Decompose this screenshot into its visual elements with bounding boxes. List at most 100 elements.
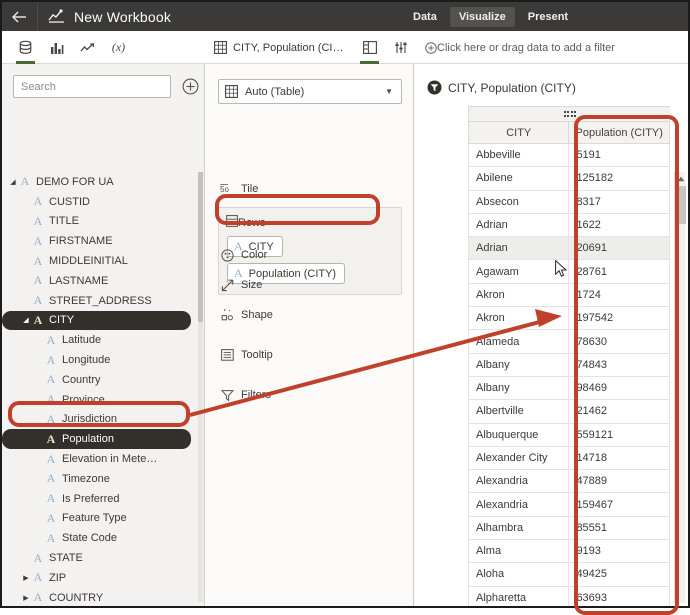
table-row[interactable]: Alhambra 85551 [468,515,670,541]
tree-item-middleinitial[interactable]: A MIDDLEINITIAL [2,251,197,271]
table-row[interactable]: Aloha 49425 [468,562,670,587]
cell-population: 49425 [568,562,670,587]
tree-item-longitude[interactable]: A Longitude [2,350,197,370]
tree-item-lastname[interactable]: A LASTNAME [2,271,197,291]
settings-sliders-icon[interactable] [385,31,416,64]
tree-item-elevation-in-mete[interactable]: A Elevation in Mete… [2,449,197,469]
shelf-tile-label: Tile [241,183,259,195]
viz-tab-label[interactable]: CITY, Population (CI… [233,42,343,54]
mouse-pointer-icon [555,259,568,281]
tree-item-label: ZIP [49,571,67,584]
table-row[interactable]: Alpharetta 63693 [468,585,670,606]
formula-icon[interactable]: (x) [103,31,134,64]
text-field-icon: A [33,194,43,209]
mark-type-dropdown[interactable]: Auto (Table) ▼ [218,79,402,104]
table-row[interactable]: Alexandria 47889 [468,469,670,494]
tree-item-jurisdiction[interactable]: A Jurisdiction [2,410,197,430]
tree-item-is-preferred[interactable]: A Is Preferred [2,489,197,509]
table-row[interactable]: Alameda 78630 [468,329,670,354]
table-row[interactable]: Absecon 8317 [468,189,670,214]
table-row[interactable]: Alma 9193 [468,539,670,564]
table-scrollbar[interactable] [674,172,686,603]
cell-population: 159467 [568,492,670,517]
search-input[interactable]: Search [13,75,171,98]
table-row[interactable]: Adrian 1622 [468,212,670,238]
table-row[interactable]: Albuquerque 559121 [468,422,670,447]
tab-present[interactable]: Present [519,7,577,27]
shelf-shape[interactable]: Shape [218,306,273,324]
tree-item-label: Timezone [62,472,110,485]
panel-icon-bar: (x) CITY, Population (CI… Click here or … [2,31,688,64]
shelf-size[interactable]: Size [218,276,262,294]
tree-item-label: Is Preferred [62,492,120,505]
shelf-tooltip[interactable]: Tooltip [218,346,273,364]
bar-chart-icon[interactable] [41,31,72,64]
add-circle-icon[interactable] [182,78,199,95]
tree-item-title[interactable]: A TITLE [2,212,197,232]
table-row[interactable]: Albany 98469 [468,375,670,401]
trend-line-icon[interactable] [72,31,103,64]
top-navigation: Data Visualize Present [402,2,579,31]
left-pane-scrollbar[interactable] [198,172,203,602]
cell-city: Adrian [468,236,570,261]
data-pane: Search ◢ A DEMO FOR UA A CUSTID A TITLE A FIRSTN… [2,64,205,606]
tree-item-timezone[interactable]: A Timezone [2,469,197,489]
tree-item-latitude[interactable]: A Latitude [2,330,197,350]
cell-city: Agawam [468,259,570,284]
tree-item-demo-for-ua[interactable]: ◢ A DEMO FOR UA [2,172,197,192]
tree-item-city[interactable]: ◢ A CITY [2,310,191,331]
tree-item-street-address[interactable]: A STREET_ADDRESS [2,291,197,311]
table-row[interactable]: Akron 1724 [468,282,670,308]
cell-city: Albany [468,375,570,401]
tree-item-label: Jurisdiction [62,413,118,426]
table-row[interactable]: Abilene 125182 [468,166,670,191]
table-row[interactable]: Adrian 20691 [468,236,670,261]
tree-item-feature-type[interactable]: A Feature Type [2,509,197,529]
tab-visualize[interactable]: Visualize [449,6,515,27]
tree-item-firstname[interactable]: A FIRSTNAME [2,231,197,251]
tree-item-zip[interactable]: ▶ A ZIP [2,568,197,588]
tree-item-state-code[interactable]: A State Code [2,528,197,548]
cell-population: 1622 [568,212,670,238]
cell-population: 47889 [568,469,670,494]
tree-item-province[interactable]: A Province [2,390,197,410]
tree-item-population[interactable]: A Population [2,429,191,450]
shelf-filters[interactable]: Filters [218,386,271,404]
back-button[interactable] [2,2,38,31]
cell-population: 98469 [568,375,670,401]
shelf-tile[interactable]: 5o Tile [218,180,258,198]
table-row[interactable]: Albany 74843 [468,352,670,377]
table-scrollbar-thumb[interactable] [675,186,686,224]
filter-shelf[interactable]: Click here or drag data to add a filter [415,31,688,64]
tree-item-state[interactable]: A STATE [2,548,197,568]
tree-item-custid[interactable]: A CUSTID [2,192,197,212]
layout-panel-icon[interactable] [354,31,385,64]
table-row[interactable]: Agawam 28761 [468,259,670,284]
page-title: New Workbook [74,8,172,25]
text-field-icon: A [33,590,43,605]
table-column-header-2[interactable]: Population (CITY) [568,121,670,144]
chart-icon [48,9,65,24]
filter-shelf-label: Click here or drag data to add a filter [437,41,615,54]
caret-down-icon: ◢ [10,178,16,186]
table-row[interactable]: Alexander City 14718 [468,445,670,471]
text-field-icon: A [33,312,43,327]
shelf-color[interactable]: Color [218,246,267,264]
tab-data[interactable]: Data [404,7,446,27]
table-column-header-1[interactable]: CITY [468,121,570,144]
database-icon[interactable] [10,31,41,64]
caret-down-icon: ◢ [23,317,29,325]
table-row[interactable]: Alexandria 159467 [468,492,670,517]
tree-item-country[interactable]: ▶ A COUNTRY [2,588,197,606]
table-row[interactable]: Abbeville 5191 [468,142,670,168]
table-row[interactable]: Albertville 21462 [468,399,670,424]
tree-item-label: Latitude [62,334,102,347]
text-field-icon: A [46,392,56,407]
cell-population: 63693 [568,585,670,606]
tree-item-country[interactable]: A Country [2,370,197,390]
table-row[interactable]: Akron 197542 [468,306,670,331]
cell-city: Absecon [468,189,570,214]
column-drag-handle[interactable] [468,106,670,121]
cell-city: Aloha [468,562,570,587]
scroll-up-icon[interactable] [676,174,685,183]
